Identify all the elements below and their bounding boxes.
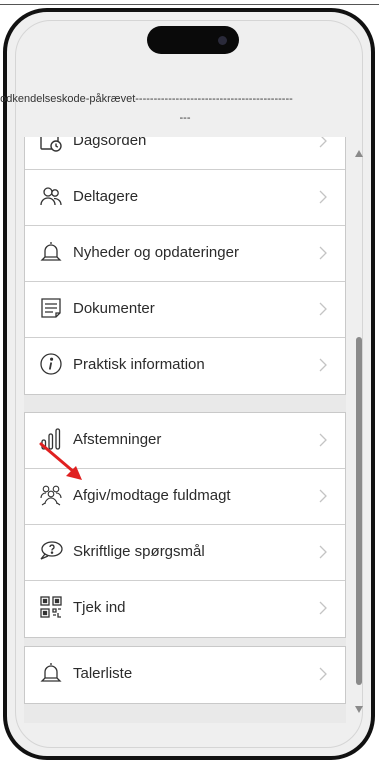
red-arrow-annotation: [39, 442, 82, 480]
chevron-right-icon: [319, 302, 327, 316]
chevron-right-icon: [319, 190, 327, 204]
speech-bubble-icon: [40, 541, 63, 560]
menu-item-dokumenter[interactable]: Dokumenter: [25, 282, 345, 338]
menu-item-label: Afgiv/modtage fuldmagt: [73, 487, 231, 504]
menu-item-label: Dagsorden: [73, 137, 147, 149]
proxy-people-icon: [40, 485, 62, 506]
info-icon: [40, 353, 62, 375]
menu-item-label: Skriftlige spørgsmål: [73, 543, 205, 560]
document-icon: [41, 298, 61, 318]
menu-item-deltagere[interactable]: Deltagere: [25, 170, 345, 226]
menu-item-label: Talerliste: [73, 665, 133, 682]
people-icon: [40, 187, 62, 206]
menu-item-talerliste[interactable]: Talerliste: [25, 647, 345, 703]
chevron-right-icon: [319, 667, 327, 681]
menu-item-praktisk[interactable]: Praktisk information: [25, 338, 345, 394]
menu-item-label: Praktisk information: [73, 356, 205, 373]
menu-scroll-area: Dagsorden Deltagere Nyheder og opdaterin…: [24, 137, 346, 723]
menu-group-info: Dagsorden Deltagere Nyheder og opdaterin…: [24, 137, 346, 395]
vertical-scrollbar[interactable]: [354, 140, 364, 730]
top-divider: [0, 4, 379, 5]
menu-item-sporgsmal[interactable]: Skriftlige spørgsmål: [25, 525, 345, 581]
menu-group-speakers: Talerliste: [24, 646, 346, 704]
chevron-right-icon: [319, 358, 327, 372]
menu-item-nyheder[interactable]: Nyheder og opdateringer: [25, 226, 345, 282]
menu-item-dagsorden[interactable]: Dagsorden: [25, 137, 345, 170]
chevron-right-icon: [319, 545, 327, 559]
dynamic-island: [147, 26, 239, 54]
calendar-icon: [40, 137, 62, 152]
scroll-down-icon[interactable]: [355, 706, 363, 713]
menu-item-tjek-ind[interactable]: Tjek ind: [25, 581, 345, 637]
chevron-right-icon: [319, 601, 327, 615]
scroll-up-icon[interactable]: [355, 150, 363, 157]
error-banner-line2: ---: [179, 112, 191, 124]
bell-icon: [40, 663, 62, 682]
menu-item-label: Tjek ind: [73, 599, 126, 616]
chevron-right-icon: [319, 137, 327, 148]
error-banner: godkendelseskode-påkrævet---------------…: [0, 91, 376, 137]
chevron-right-icon: [319, 489, 327, 503]
qr-code-icon: [40, 596, 62, 618]
chevron-right-icon: [319, 433, 327, 447]
bell-icon: [40, 242, 62, 261]
menu-item-label: Dokumenter: [73, 300, 155, 317]
menu-item-label: Nyheder og opdateringer: [73, 244, 239, 261]
menu-item-label: Deltagere: [73, 188, 139, 205]
chevron-right-icon: [319, 246, 327, 260]
scrollbar-thumb[interactable]: [356, 337, 362, 685]
error-banner-line1: godkendelseskode-påkrævet---------------…: [0, 93, 293, 105]
camera-icon: [218, 36, 227, 45]
